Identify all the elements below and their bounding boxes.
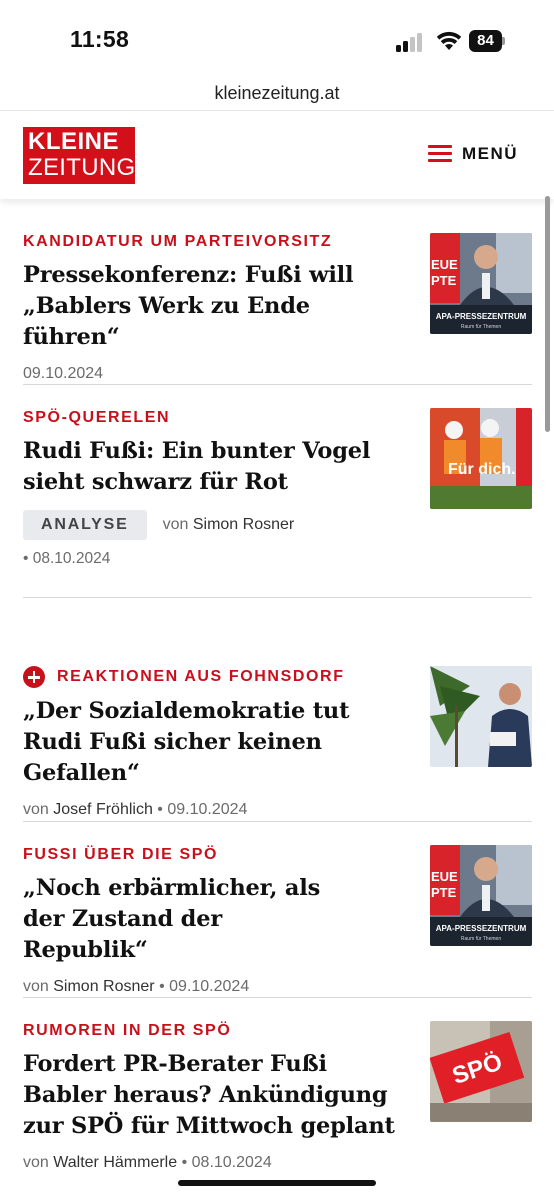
article-byline: von Simon Rosner • 09.10.2024 — [23, 978, 250, 995]
article-thumbnail[interactable]: SPÖ — [430, 1021, 532, 1122]
thumb-caption: APA-PRESSEZENTRUM — [436, 312, 527, 321]
article-headline[interactable]: „Der Sozialdemokratie tut Rudi Fußi sich… — [23, 696, 403, 789]
cellular-signal-icon — [396, 32, 426, 52]
article-date: 08.10.2024 — [191, 1154, 272, 1171]
wifi-icon — [436, 31, 462, 50]
svg-text:EUE: EUE — [431, 869, 458, 884]
byline-von: von — [23, 978, 49, 995]
article-headline[interactable]: Rudi Fußi: Ein bunter Vogel sieht schwar… — [23, 436, 403, 498]
article-headline[interactable]: „Noch erbärmlicher, als der Zustand der … — [23, 873, 323, 966]
article-author[interactable]: Walter Hämmerle — [53, 1154, 177, 1171]
logo-bottom-text: ZEITUNG — [28, 154, 136, 181]
article-item[interactable]: RUMOREN IN DER SPÖ Fordert PR-Berater Fu… — [23, 1021, 532, 1174]
article-author[interactable]: Josef Fröhlich — [53, 801, 153, 818]
byline-von: von — [23, 801, 49, 818]
site-header: KLEINE ZEITUNG MENÜ — [0, 111, 554, 199]
article-author[interactable]: Simon Rosner — [193, 516, 294, 533]
menu-button[interactable]: MENÜ — [428, 141, 518, 167]
site-logo[interactable]: KLEINE ZEITUNG — [23, 127, 135, 184]
article-date: 09.10.2024 — [23, 365, 104, 382]
article-byline: von Walter Hämmerle • 08.10.2024 — [23, 1154, 272, 1171]
home-indicator[interactable] — [178, 1180, 376, 1186]
article-item[interactable]: REAKTIONEN AUS FOHNSDORF „Der Sozialdemo… — [23, 666, 532, 821]
article-author[interactable]: Simon Rosner — [53, 978, 154, 995]
article-byline: ANALYSE von Simon Rosner — [23, 510, 532, 540]
menu-label: MENÜ — [462, 144, 519, 163]
article-thumbnail[interactable]: EUE PTE APA-PRESSEZENTRUM Raum für Theme… — [430, 233, 532, 334]
svg-text:EUE: EUE — [431, 257, 458, 272]
article-date: 09.10.2024 — [169, 978, 250, 995]
svg-text:PTE: PTE — [431, 273, 457, 288]
url-bar[interactable]: kleinezeitung.at — [0, 76, 554, 110]
article-date: 09.10.2024 — [167, 801, 248, 818]
article-item[interactable]: FUSSI ÜBER DIE SPÖ „Noch erbärmlicher, a… — [23, 845, 532, 998]
svg-text:PTE: PTE — [431, 885, 457, 900]
battery-level: 84 — [469, 30, 502, 52]
scrollbar[interactable] — [545, 196, 550, 432]
article-divider — [23, 597, 532, 598]
article-item[interactable]: SPÖ-QUERELEN Rudi Fußi: Ein bunter Vogel… — [23, 408, 532, 570]
article-headline[interactable]: Fordert PR-Berater Fußi Babler heraus? A… — [23, 1049, 395, 1142]
battery-icon: 84 — [469, 30, 505, 52]
article-date: 08.10.2024 — [32, 550, 111, 567]
article-kicker: REAKTIONEN AUS FOHNSDORF — [57, 668, 345, 685]
article-date-row: • 08.10.2024 — [23, 550, 111, 567]
hamburger-icon — [428, 145, 452, 163]
byline-von: von — [23, 1154, 49, 1171]
article-thumbnail[interactable]: EUE PTE APA-PRESSEZENTRUM Raum für Theme… — [430, 845, 532, 946]
thumb-subcaption: Raum für Themen — [461, 324, 501, 330]
article-divider — [23, 821, 532, 822]
article-byline: von Josef Fröhlich • 09.10.2024 — [23, 801, 248, 818]
plus-icon — [23, 666, 45, 688]
article-divider — [23, 384, 532, 385]
thumb-text: Für dich. — [448, 461, 516, 478]
logo-top-text: KLEINE — [28, 128, 120, 155]
article-item[interactable]: KANDIDATUR UM PARTEIVORSITZ Pressekonfer… — [23, 232, 532, 385]
article-thumbnail[interactable]: Für dich. — [430, 408, 532, 509]
byline-von: von — [162, 516, 189, 533]
thumb-subcaption: Raum für Themen — [461, 936, 501, 942]
status-time: 11:58 — [70, 26, 130, 52]
article-headline[interactable]: Pressekonferenz: Fußi will „Bablers Werk… — [23, 260, 403, 353]
article-divider — [23, 997, 532, 998]
status-bar: 11:58 84 — [0, 0, 554, 76]
analysis-badge: ANALYSE — [23, 510, 147, 540]
thumb-caption: APA-PRESSEZENTRUM — [436, 924, 527, 933]
article-thumbnail[interactable] — [430, 666, 532, 767]
